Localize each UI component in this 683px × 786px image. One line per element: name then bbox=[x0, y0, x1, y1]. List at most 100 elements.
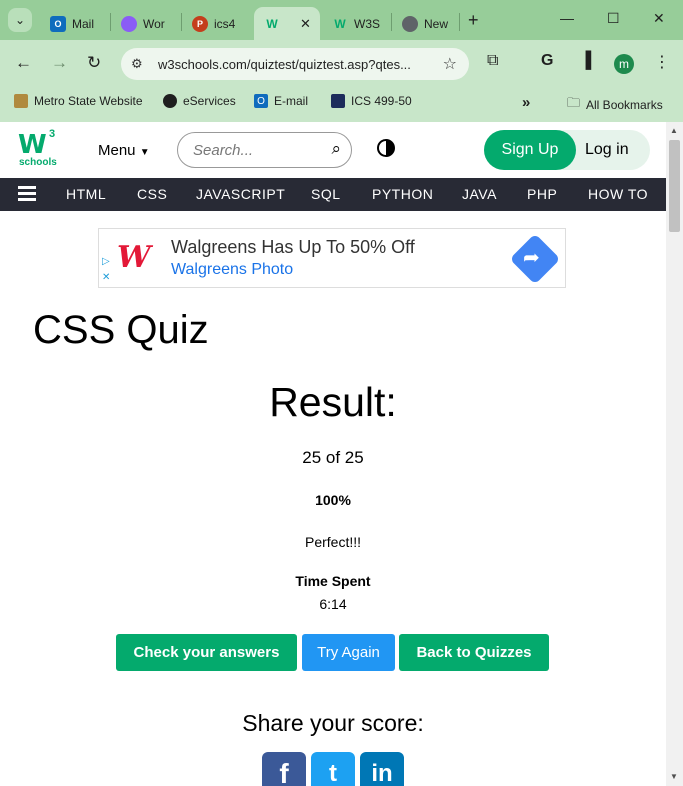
ad-info-icon[interactable]: ▷ bbox=[102, 256, 110, 267]
ad-close-icon[interactable]: ✕ bbox=[102, 272, 110, 283]
bookmark-eservices[interactable]: eServices bbox=[163, 94, 236, 108]
turn-arrow-icon: ➦ bbox=[523, 247, 540, 269]
w3schools-logo[interactable]: W 3 schools bbox=[18, 128, 62, 172]
nav-python[interactable]: PYTHON bbox=[372, 186, 433, 202]
toolbar: ← → ↻ ⚙ w3schools.com/quiztest/quiztest.… bbox=[0, 40, 683, 88]
bookmark-label: Metro State Website bbox=[34, 94, 143, 108]
logo-w: W bbox=[18, 130, 47, 160]
globe-icon bbox=[163, 94, 177, 108]
powerpoint-icon: P bbox=[192, 15, 208, 32]
menu-button[interactable]: Menu ▼ bbox=[98, 142, 150, 159]
hamburger-icon[interactable] bbox=[18, 186, 36, 202]
page-title: CSS Quiz bbox=[33, 308, 209, 352]
site-header: W 3 schools Menu ▼ Search... ⌕ Sign Up L… bbox=[0, 122, 666, 178]
score-percent: 100% bbox=[315, 492, 351, 508]
outlook-icon: O bbox=[50, 15, 66, 32]
scroll-down-icon[interactable]: ▼ bbox=[670, 772, 678, 781]
topic-nav: HTML CSS JAVASCRIPT SQL PYTHON JAVA PHP … bbox=[0, 178, 666, 211]
check-answers-button[interactable]: Check your answers bbox=[116, 634, 297, 671]
address-bar[interactable]: ⚙ w3schools.com/quiztest/quiztest.asp?qt… bbox=[121, 48, 469, 80]
nav-how-to[interactable]: HOW TO bbox=[588, 186, 648, 202]
tab-label: ics4 bbox=[214, 16, 236, 31]
tab-label: W3S bbox=[354, 16, 381, 31]
bookmark-metro-state[interactable]: Metro State Website bbox=[14, 94, 143, 108]
nav-java[interactable]: JAVA bbox=[462, 186, 497, 202]
time-spent-value: 6:14 bbox=[319, 596, 347, 612]
side-panel-icon[interactable]: ▐ bbox=[580, 52, 591, 70]
profile-avatar[interactable]: m bbox=[614, 54, 634, 74]
logo-three: 3 bbox=[49, 128, 56, 140]
contrast-toggle-icon[interactable] bbox=[377, 139, 395, 157]
nav-javascript[interactable]: JAVASCRIPT bbox=[196, 186, 285, 202]
back-icon[interactable]: ← bbox=[15, 53, 32, 73]
signup-button[interactable]: Sign Up bbox=[484, 130, 576, 170]
close-window-icon[interactable]: ✕ bbox=[653, 10, 665, 27]
tab-powerpoint[interactable]: P ics4 bbox=[182, 7, 252, 40]
bookmarks-bar: Metro State Website eServices O E-mail I… bbox=[0, 88, 683, 122]
linkedin-icon[interactable]: in bbox=[360, 752, 404, 786]
scroll-up-icon[interactable]: ▲ bbox=[670, 126, 678, 135]
bookmarks-overflow-icon[interactable]: » bbox=[522, 94, 530, 111]
page-content: W 3 schools Menu ▼ Search... ⌕ Sign Up L… bbox=[0, 122, 666, 786]
walgreens-logo: W bbox=[117, 240, 151, 275]
tab-search-button[interactable]: ⌄ bbox=[8, 8, 32, 32]
scroll-thumb[interactable] bbox=[669, 140, 680, 232]
share-heading: Share your score: bbox=[242, 710, 424, 736]
extensions-icon[interactable]: ⧉ bbox=[487, 52, 498, 70]
forward-icon[interactable]: → bbox=[51, 53, 68, 73]
nav-php[interactable]: PHP bbox=[527, 186, 557, 202]
search-placeholder: Search... bbox=[193, 142, 254, 159]
facebook-icon[interactable]: f bbox=[262, 752, 306, 786]
search-icon[interactable]: ⌕ bbox=[331, 139, 341, 159]
tab-new[interactable]: New bbox=[392, 7, 458, 40]
tab-strip: ⌄ O Mail Wor P ics4 W ✕ W W3S New + — ☐ … bbox=[0, 0, 683, 40]
reload-icon[interactable]: ↻ bbox=[87, 53, 101, 73]
nav-html[interactable]: HTML bbox=[66, 186, 106, 202]
logo-text: schools bbox=[19, 157, 57, 168]
bookmark-label: eServices bbox=[183, 94, 236, 108]
result-heading: Result: bbox=[269, 379, 397, 425]
maximize-icon[interactable]: ☐ bbox=[607, 10, 620, 27]
w3schools-icon: W bbox=[266, 16, 278, 31]
caret-down-icon: ▼ bbox=[139, 147, 150, 158]
score-text: 25 of 25 bbox=[302, 448, 364, 467]
close-tab-icon[interactable]: ✕ bbox=[300, 16, 311, 32]
try-again-button[interactable]: Try Again bbox=[302, 634, 395, 671]
tab-label: Wor bbox=[143, 16, 165, 31]
tab-word[interactable]: Wor bbox=[111, 7, 181, 40]
minimize-icon[interactable]: — bbox=[560, 10, 574, 26]
nav-css[interactable]: CSS bbox=[137, 186, 167, 202]
tab-w3schools-active[interactable]: W ✕ bbox=[254, 7, 320, 40]
scrollbar[interactable]: ▲ ▼ bbox=[666, 122, 683, 786]
bookmark-label: ICS 499-50 bbox=[351, 94, 412, 108]
bookmark-ics[interactable]: ICS 499-50 bbox=[331, 94, 412, 108]
chrome-icon bbox=[402, 15, 418, 32]
bookmark-star-icon[interactable]: ☆ bbox=[443, 54, 457, 74]
ad-banner[interactable]: W Walgreens Has Up To 50% Off Walgreens … bbox=[98, 228, 566, 288]
site-info-icon[interactable]: ⚙ bbox=[131, 56, 143, 72]
url-text: w3schools.com/quiztest/quiztest.asp?qtes… bbox=[158, 57, 411, 72]
copilot-icon bbox=[121, 15, 137, 32]
new-tab-icon[interactable]: + bbox=[468, 10, 479, 31]
w3schools-icon: W bbox=[334, 16, 346, 31]
bookmark-email[interactable]: O E-mail bbox=[254, 94, 308, 108]
browser-chrome: ⌄ O Mail Wor P ics4 W ✕ W W3S New + — ☐ … bbox=[0, 0, 683, 122]
tab-label: New bbox=[424, 16, 449, 31]
login-button[interactable]: Log in bbox=[585, 141, 629, 159]
time-spent-label: Time Spent bbox=[295, 573, 371, 589]
ad-title: Walgreens Has Up To 50% Off bbox=[171, 237, 415, 257]
all-bookmarks-label: All Bookmarks bbox=[586, 98, 663, 112]
metro-state-icon bbox=[14, 94, 28, 108]
nav-sql[interactable]: SQL bbox=[311, 186, 341, 202]
search-input[interactable]: Search... ⌕ bbox=[177, 132, 352, 168]
tab-w3schools[interactable]: W W3S bbox=[322, 7, 390, 40]
tab-mail[interactable]: O Mail bbox=[40, 7, 110, 40]
bookmark-label: E-mail bbox=[274, 94, 309, 108]
google-icon[interactable]: G bbox=[541, 52, 553, 70]
back-to-quizzes-button[interactable]: Back to Quizzes bbox=[399, 634, 549, 671]
all-bookmarks[interactable]: 🗀 All Bookmarks bbox=[567, 94, 663, 116]
folder-icon: 🗀 bbox=[567, 95, 581, 110]
twitter-icon[interactable]: t bbox=[311, 752, 355, 786]
auth-group: Sign Up Log in bbox=[484, 130, 650, 170]
more-menu-icon[interactable]: ⋮ bbox=[654, 52, 670, 72]
